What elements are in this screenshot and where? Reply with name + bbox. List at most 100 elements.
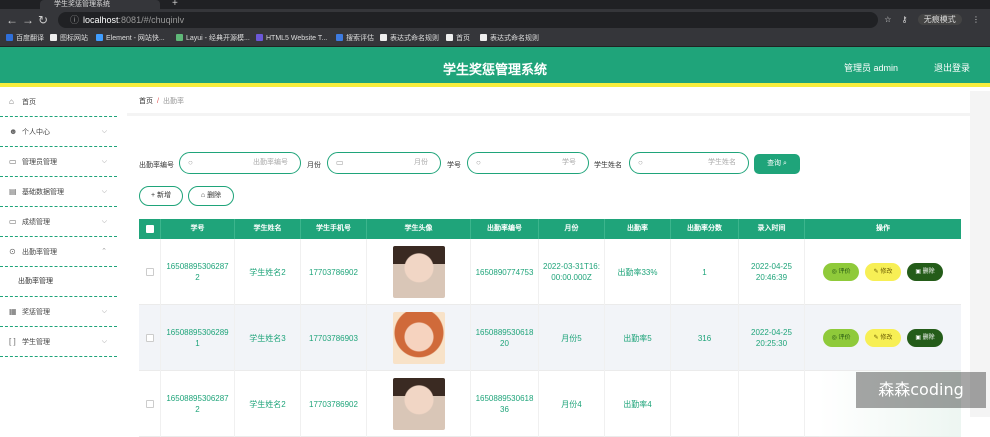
cell-phone: 17703786902 — [301, 371, 367, 437]
new-tab-icon[interactable]: + — [172, 0, 178, 9]
chevron-down-icon: ⌵ — [101, 188, 107, 195]
breadcrumb-home[interactable]: 首页 — [139, 98, 153, 105]
sidebar-item-rewards[interactable]: ▦ 奖惩管理 ⌵ — [0, 297, 117, 327]
filter-month-input[interactable]: ▭ 月份 — [327, 152, 441, 174]
sidebar-item-grades[interactable]: ▭ 成绩管理 ⌵ — [0, 207, 117, 237]
sidebar-item-home[interactable]: ⌂ 首页 — [0, 87, 117, 117]
cell-avatar — [367, 239, 471, 305]
student-avatar — [392, 312, 445, 364]
sidebar-item-admin[interactable]: ▭ 管理员管理 ⌵ — [0, 147, 117, 177]
cell-score — [671, 371, 739, 437]
bookmark-icon — [6, 34, 13, 41]
sidebar-item-students[interactable]: [ ] 学生管理 ⌵ — [0, 327, 117, 357]
cell-code: 1650890774753 — [471, 239, 539, 305]
evaluate-button[interactable]: ◎ 评价 — [823, 263, 859, 281]
star-icon[interactable]: ☆ — [884, 15, 891, 24]
filter-name-input[interactable]: ○ 学生姓名 — [629, 152, 749, 174]
cell-ops: ◎ 评价 ✎ 修改 ▣ 删除 — [805, 239, 961, 305]
search-icon: ○ — [638, 158, 643, 167]
bookmark-item[interactable]: 首页 — [446, 31, 470, 47]
url-input[interactable]: ⓘ localhost:8081/#/chuqinlv — [58, 12, 878, 28]
search-icon: ○ — [188, 158, 193, 167]
bookmark-icon — [256, 34, 263, 41]
key-icon[interactable]: ⚷ — [902, 15, 908, 24]
row-checkbox[interactable] — [139, 239, 161, 305]
sidebar-item-attendance[interactable]: ⊙ 出勤率管理 ⌃ — [0, 237, 117, 267]
cell-name: 学生姓名2 — [235, 239, 301, 305]
bookmark-item[interactable]: 表达式命名规则 — [380, 31, 439, 47]
search-button[interactable]: 查询 ⌕ — [754, 154, 800, 174]
cell-xuehao: 165088953062872 — [161, 239, 235, 305]
cell-time: 2022-04-25 20:25:30 — [739, 305, 805, 371]
edit-button[interactable]: ✎ 修改 — [865, 263, 901, 281]
cell-name: 学生姓名3 — [235, 305, 301, 371]
delete-row-button[interactable]: ▣ 删除 — [907, 329, 943, 347]
cell-score: 316 — [671, 305, 739, 371]
reload-icon[interactable]: ↻ — [38, 13, 48, 27]
cell-month: 月份4 — [539, 371, 605, 437]
bookmark-item[interactable]: 百度翻译 — [6, 31, 44, 47]
bookmark-icon — [50, 34, 57, 41]
table-row: 165088953062872 学生姓名2 17703786902 165088… — [139, 371, 961, 437]
search-icon: ○ — [476, 158, 481, 167]
bookmark-icon — [96, 34, 103, 41]
url-host: localhost — [83, 15, 119, 25]
menu-icon[interactable]: ⋮ — [972, 15, 980, 24]
table-row: 165088953062872 学生姓名2 17703786902 165089… — [139, 239, 961, 305]
cell-xuehao: 165088953062872 — [161, 371, 235, 437]
bookmarks-bar: 百度翻译 图标网站 Element - 网站快... Layui - 经典开源模… — [0, 31, 990, 47]
bookmark-item[interactable]: Element - 网站快... — [96, 31, 165, 47]
filter-label-code: 出勤率编号 — [139, 162, 174, 169]
delete-button[interactable]: ⌂ 删除 — [188, 186, 234, 206]
sidebar-subitem-attendance[interactable]: 出勤率管理 — [0, 267, 117, 297]
table-row: 165088953062891 学生姓名3 17703786903 165088… — [139, 305, 961, 371]
row-checkbox[interactable] — [139, 371, 161, 437]
cell-time: 2022-04-25 20:46:39 — [739, 239, 805, 305]
bookmark-item[interactable]: 搜索评估 — [336, 31, 374, 47]
search-icon: ⌕ — [783, 160, 787, 167]
bookmark-item[interactable]: HTML5 Website T... — [256, 31, 327, 47]
add-button[interactable]: + 新增 — [139, 186, 183, 206]
col-xuehao: 学号 — [161, 219, 235, 239]
bookmark-icon — [446, 34, 453, 41]
incognito-button[interactable]: 无痕模式 — [917, 14, 962, 25]
home-icon: ⌂ — [9, 97, 14, 106]
bracket-icon: [ ] — [9, 337, 16, 346]
filter-code-input[interactable]: ○ 出勤率编号 — [179, 152, 301, 174]
back-icon[interactable]: ← — [6, 13, 18, 27]
cell-rate: 出勤率4 — [605, 371, 671, 437]
chevron-up-icon: ⌃ — [101, 248, 107, 255]
browser-tab[interactable]: 学生奖惩管理系统 — [40, 0, 160, 9]
bookmark-item[interactable]: 表达式命名规则 — [480, 31, 539, 47]
app-title: 学生奖惩管理系统 — [442, 62, 547, 77]
chevron-down-icon: ⌵ — [101, 338, 107, 345]
evaluate-button[interactable]: ◎ 评价 — [823, 329, 859, 347]
bookmark-item[interactable]: Layui - 经典开源模... — [176, 31, 250, 47]
cell-phone: 17703786902 — [301, 239, 367, 305]
edit-button[interactable]: ✎ 修改 — [865, 329, 901, 347]
logout-link[interactable]: 退出登录 — [934, 61, 970, 74]
chevron-down-icon: ⌵ — [101, 128, 107, 135]
col-rate: 出勤率 — [605, 219, 671, 239]
filter-xuehao-input[interactable]: ○ 学号 — [467, 152, 589, 174]
user-icon: ☻ — [9, 127, 18, 136]
cell-code: 165088953061836 — [471, 371, 539, 437]
help-icon: ⊙ — [9, 247, 16, 256]
col-score: 出勤率分数 — [671, 219, 739, 239]
filter-label-xuehao: 学号 — [447, 162, 461, 169]
breadcrumb-current: 出勤率 — [162, 98, 184, 105]
trash-icon: ⌂ — [200, 192, 206, 199]
row-checkbox[interactable] — [139, 305, 161, 371]
sidebar-item-basic-data[interactable]: ▤ 基础数据管理 ⌵ — [0, 177, 117, 207]
forward-icon[interactable]: → — [22, 13, 34, 27]
col-month: 月份 — [539, 219, 605, 239]
delete-row-button[interactable]: ▣ 删除 — [907, 263, 943, 281]
chevron-down-icon: ⌵ — [101, 308, 107, 315]
col-ops: 操作 — [876, 225, 890, 232]
bookmark-item[interactable]: 图标网站 — [50, 31, 88, 47]
select-all-checkbox[interactable] — [139, 219, 161, 239]
cell-code: 165088953061820 — [471, 305, 539, 371]
watermark: 森森coding — [856, 372, 986, 408]
current-user: 管理员 admin — [843, 63, 898, 73]
sidebar-item-profile[interactable]: ☻ 个人中心 ⌵ — [0, 117, 117, 147]
